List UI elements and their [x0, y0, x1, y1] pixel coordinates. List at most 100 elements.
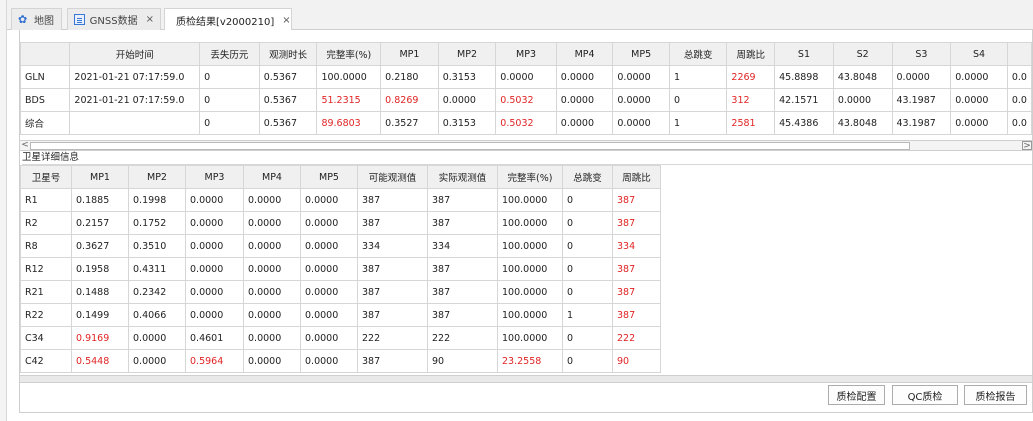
- table-cell: 0: [199, 111, 260, 135]
- table-cell: 0.0000: [300, 257, 358, 281]
- table-cell: 0: [199, 65, 260, 89]
- table-cell: 387: [357, 280, 428, 304]
- table-cell: 0.0000: [243, 211, 301, 235]
- column-header[interactable]: 周跳比: [726, 42, 776, 66]
- column-header[interactable]: MP1: [380, 42, 439, 66]
- column-header[interactable]: 卫星号: [20, 165, 72, 189]
- close-icon[interactable]: ×: [146, 14, 154, 25]
- table-cell: 0.0000: [950, 111, 1008, 135]
- table-row[interactable]: R8 0.3627 0.3510 0.0000 0.0000 0.0000 334 334 10…: [20, 234, 661, 258]
- table-cell: 1: [668, 111, 728, 135]
- table-cell: 0.0000: [185, 280, 244, 304]
- scroll-left-arrow-icon[interactable]: <: [20, 141, 30, 150]
- table-cell: 2021-01-21 07:17:59.0: [69, 65, 201, 89]
- table-cell: 0.0000: [243, 280, 301, 304]
- qc-check-button[interactable]: QC质检: [892, 385, 958, 405]
- tab-gnss-data[interactable]: GNSS数据 ×: [67, 8, 161, 30]
- table-row[interactable]: GLN 2021-01-21 07:17:59.0 0 0.5367 100.0000 0…: [20, 65, 1032, 89]
- column-header[interactable]: MP5: [300, 165, 358, 189]
- table-cell: 387: [612, 303, 661, 327]
- qc-report-button[interactable]: 质检报告: [964, 385, 1027, 405]
- table-cell: 0.0: [1006, 111, 1032, 135]
- column-header[interactable]: 可能观测值: [357, 165, 428, 189]
- column-header[interactable]: MP3: [185, 165, 244, 189]
- tab-label: 地图: [34, 16, 54, 27]
- table-cell: 0.3627: [71, 234, 129, 258]
- column-header[interactable]: 完整率(%): [497, 165, 563, 189]
- column-header[interactable]: 总跳变: [668, 42, 728, 66]
- column-header[interactable]: MP3: [495, 42, 557, 66]
- column-header[interactable]: S3: [891, 42, 952, 66]
- scroll-right-arrow-icon[interactable]: >: [1022, 141, 1032, 151]
- table-cell: 23.2558: [497, 349, 563, 373]
- table-cell: 387: [612, 211, 661, 235]
- table-cell: [69, 111, 201, 135]
- app-window: ✿ 地图 GNSS数据 × 质检结果[v2000210] × 开始时间 丢失历元…: [0, 0, 1033, 421]
- close-icon[interactable]: ×: [282, 15, 290, 26]
- table-cell: 0.0000: [185, 303, 244, 327]
- table-cell: 0.3153: [437, 65, 497, 89]
- table-row[interactable]: R1 0.1885 0.1998 0.0000 0.0000 0.0000 387 387 10…: [20, 188, 661, 212]
- tab-qc-result[interactable]: 质检结果[v2000210] ×: [164, 8, 292, 31]
- column-header[interactable]: 完整率(%): [316, 42, 382, 66]
- column-header[interactable]: S1: [774, 42, 834, 66]
- table-cell: 0: [562, 280, 613, 304]
- table-cell: 0.0000: [495, 65, 557, 89]
- table-row[interactable]: BDS 2021-01-21 07:17:59.0 0 0.5367 51.2315 0.…: [20, 88, 1032, 112]
- table-cell: 100.0000: [497, 188, 563, 212]
- table-cell: 0.0000: [243, 188, 301, 212]
- table-cell: 0.0000: [612, 88, 670, 112]
- column-header[interactable]: MP4: [243, 165, 301, 189]
- table-cell: R8: [20, 234, 72, 258]
- table-cell: 0.2180: [380, 65, 439, 89]
- scrollbar-thumb[interactable]: [30, 142, 910, 150]
- table-cell: 2581: [726, 111, 776, 135]
- column-header[interactable]: MP2: [437, 42, 497, 66]
- table-row[interactable]: R21 0.1488 0.2342 0.0000 0.0000 0.0000 387 387 1…: [20, 280, 661, 304]
- table-row[interactable]: R12 0.1958 0.4311 0.0000 0.0000 0.0000 387 387 1…: [20, 257, 661, 281]
- table-cell: 1: [562, 303, 613, 327]
- column-header[interactable]: 周跳比: [612, 165, 661, 189]
- table-cell: 0.4066: [128, 303, 186, 327]
- table-cell: 0.0000: [243, 257, 301, 281]
- table-row[interactable]: C34 0.9169 0.0000 0.4601 0.0000 0.0000 222 222 1…: [20, 326, 661, 350]
- column-header[interactable]: 总跳变: [562, 165, 613, 189]
- table-cell: 0.1885: [71, 188, 129, 212]
- column-header[interactable]: MP2: [128, 165, 186, 189]
- tab-map[interactable]: ✿ 地图: [11, 8, 62, 30]
- column-header[interactable]: MP4: [555, 42, 614, 66]
- horizontal-scrollbar[interactable]: < >: [20, 140, 1032, 151]
- table-cell: 0.0000: [612, 111, 670, 135]
- table-cell: BDS: [20, 88, 71, 112]
- table-cell: 0.0: [1006, 65, 1032, 89]
- column-header[interactable]: 观测时长: [258, 42, 318, 66]
- column-header[interactable]: S2: [832, 42, 893, 66]
- column-header[interactable]: 开始时间: [69, 42, 201, 66]
- column-header[interactable]: S4: [950, 42, 1008, 66]
- column-header[interactable]: MP1: [71, 165, 129, 189]
- table-cell: 45.8898: [774, 65, 834, 89]
- table-row[interactable]: R2 0.2157 0.1752 0.0000 0.0000 0.0000 387 387 10…: [20, 211, 661, 235]
- table-cell: 100.0000: [497, 280, 563, 304]
- column-header[interactable]: 丢失历元: [199, 42, 260, 66]
- table-cell: 0.0000: [300, 303, 358, 327]
- table-cell: 0.0000: [243, 326, 301, 350]
- table-cell: 0: [199, 88, 260, 112]
- column-header[interactable]: MP5: [612, 42, 670, 66]
- table-cell: 0.0000: [128, 349, 186, 373]
- bottom-scroll-strip[interactable]: [20, 375, 1032, 383]
- table-cell: R22: [20, 303, 72, 327]
- table-row[interactable]: 综合 0 0.5367 89.6803 0.3527 0.3153 0.5032 0.0000…: [20, 111, 1032, 135]
- table-cell: 0.0000: [300, 234, 358, 258]
- table-cell: 0.0000: [555, 65, 614, 89]
- satellite-detail-title: 卫星详细信息: [22, 151, 1032, 165]
- qc-config-button[interactable]: 质检配置: [828, 385, 885, 405]
- table-row[interactable]: R22 0.1499 0.4066 0.0000 0.0000 0.0000 387 387 1…: [20, 303, 661, 327]
- table-row[interactable]: C42 0.5448 0.0000 0.5964 0.0000 0.0000 387 90 23…: [20, 349, 661, 373]
- column-header[interactable]: 实际观测值: [427, 165, 498, 189]
- column-header[interactable]: [20, 42, 71, 66]
- detail-table-viewport: 卫星号 MP1 MP2 MP3 MP4 MP5 可能观测值 实际观测值 完整率(%) 总跳变 周跳比…: [20, 165, 1032, 375]
- column-header[interactable]: [1006, 42, 1032, 66]
- table-cell: 0.1488: [71, 280, 129, 304]
- table-cell: 0.0000: [243, 234, 301, 258]
